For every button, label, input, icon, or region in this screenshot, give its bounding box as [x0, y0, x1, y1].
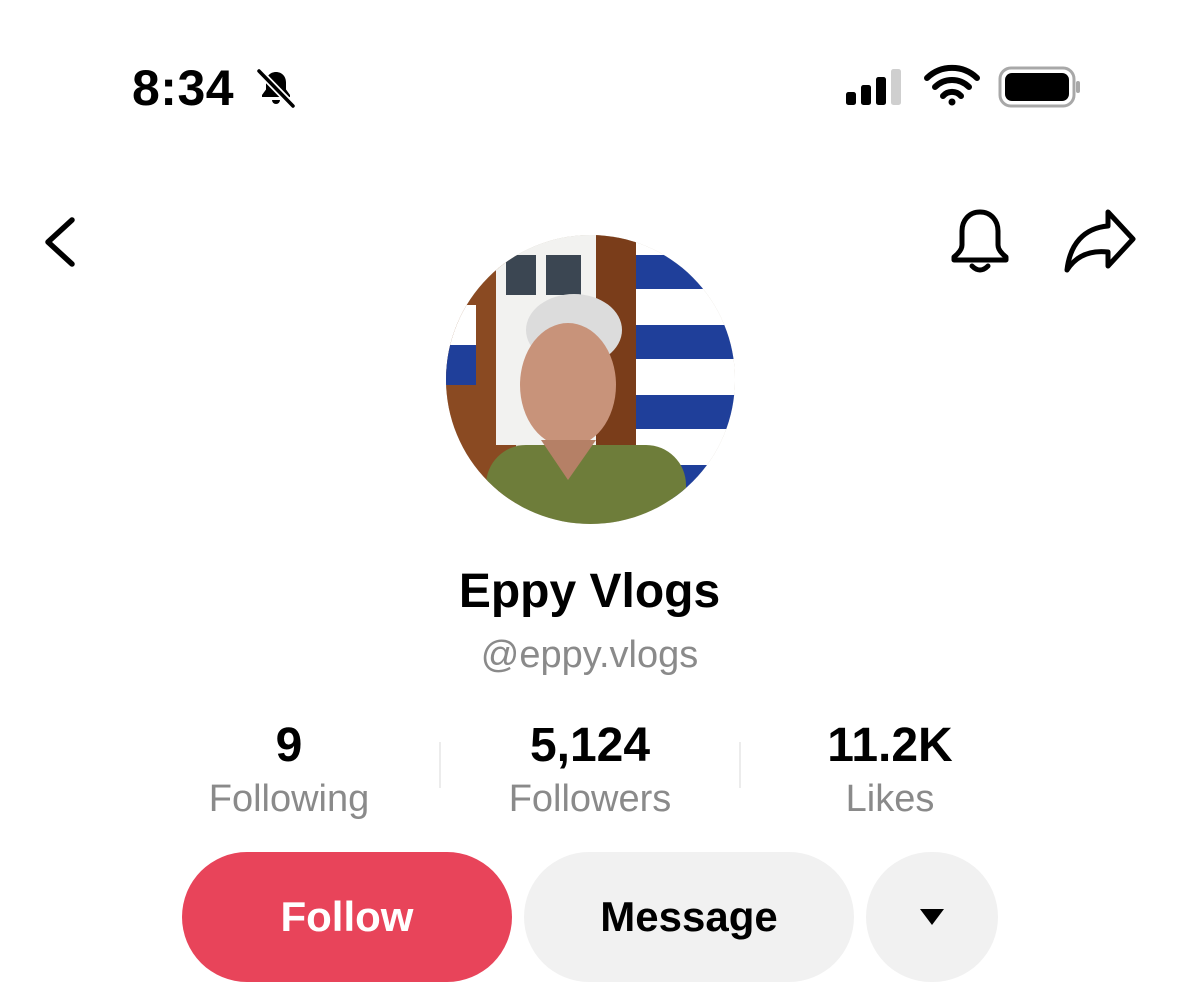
stat-likes[interactable]: 11.2K Likes [740, 718, 1040, 824]
chevron-left-icon[interactable] [36, 212, 84, 272]
display-name: Eppy Vlogs [458, 565, 721, 618]
status-time: 8:34 [132, 60, 235, 116]
bell-slash-icon [256, 68, 296, 109]
message-button[interactable]: Message [524, 852, 854, 982]
profile-screen: 8:34 Eppy Vlogs @eppy.vlogs 9 Following … [0, 0, 1179, 1006]
avatar[interactable] [446, 235, 735, 524]
stat-value: 11.2K [827, 719, 953, 772]
battery-icon [998, 66, 1080, 108]
stat-value: 9 [275, 719, 303, 772]
more-options-button[interactable] [866, 852, 998, 982]
stat-following[interactable]: 9 Following [139, 718, 439, 824]
avatar-photo [446, 235, 735, 524]
stat-label: Following [208, 778, 370, 820]
stat-label: Likes [845, 778, 935, 820]
stat-value: 5,124 [529, 719, 651, 772]
stat-followers[interactable]: 5,124 Followers [440, 718, 740, 824]
wifi-icon [924, 64, 980, 106]
cellular-signal-icon [846, 69, 901, 105]
bell-icon[interactable] [946, 206, 1014, 278]
caret-down-icon [920, 909, 944, 925]
username-handle: @eppy.vlogs [480, 634, 699, 676]
share-arrow-icon[interactable] [1062, 206, 1138, 276]
stat-label: Followers [508, 778, 672, 820]
follow-button[interactable]: Follow [182, 852, 512, 982]
